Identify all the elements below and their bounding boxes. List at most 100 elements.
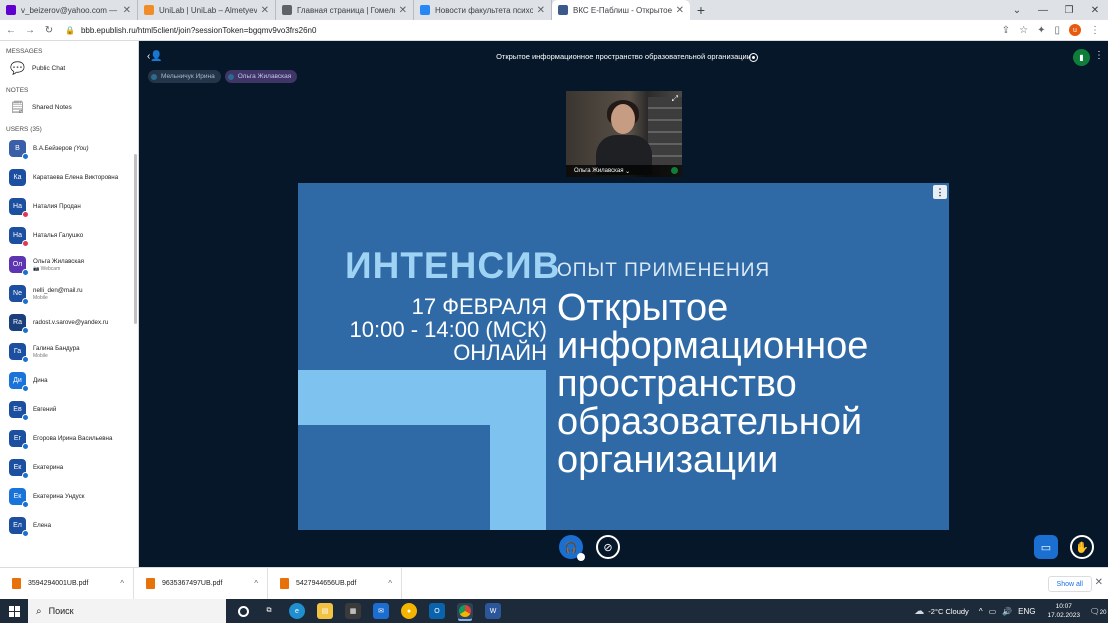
user-list-item[interactable]: Ел Елена [0, 511, 138, 540]
app-icon[interactable]: ● [401, 603, 417, 619]
taskbar-search[interactable]: ⌕ Поиск [28, 599, 226, 623]
tab-close-icon[interactable]: ✕ [676, 5, 684, 16]
language-indicator[interactable]: ENG [1018, 607, 1035, 616]
back-icon[interactable]: ← [3, 25, 19, 36]
bookmark-star-icon[interactable]: ☆ [1019, 25, 1028, 36]
close-download-bar-icon[interactable]: ✕ [1095, 577, 1103, 588]
notes-icon: 🗒 [10, 99, 26, 114]
action-bar: 🎧 ⊘ ▭ ✋ [139, 535, 1108, 565]
user-list-item[interactable]: Ne nelli_den@mail.ru Mobile [0, 279, 138, 308]
browser-menu-icon[interactable]: ⋮ [1090, 25, 1100, 36]
tab-close-icon[interactable]: ✕ [537, 5, 545, 16]
user-avatar: Ев [9, 401, 29, 421]
browser-tab[interactable]: Главная страница | Гомельский ✕ [276, 0, 414, 20]
close-window-button[interactable]: ✕ [1082, 5, 1108, 16]
sidebar-scrollbar[interactable] [134, 154, 137, 324]
browser-tab-active[interactable]: ВКС Е-Паблиш - Открытое ... ✕ [552, 0, 690, 20]
user-info: Егорова Ирина Васильевна [33, 435, 112, 442]
user-list-item[interactable]: На Наталья Галушко [0, 221, 138, 250]
download-options-chevron-icon[interactable]: ^ [120, 579, 124, 588]
tab-close-icon[interactable]: ✕ [399, 5, 407, 16]
new-tab-button[interactable]: + [690, 0, 712, 20]
user-initials: Га [13, 348, 22, 355]
volume-icon[interactable]: 🔊 [1002, 607, 1012, 616]
browser-tab[interactable]: UniLab | UniLab – Almetyevsk St ✕ [138, 0, 276, 20]
download-options-chevron-icon[interactable]: ^ [254, 579, 258, 588]
user-list-item[interactable]: На Наталия Продан [0, 192, 138, 221]
tab-search-icon[interactable]: ⌄ [1004, 5, 1030, 16]
outlook-icon[interactable]: O [429, 603, 445, 619]
chrome-icon[interactable] [457, 603, 473, 619]
user-list-item[interactable]: Ек Екатерина [0, 453, 138, 482]
notifications-icon[interactable]: 🗨20 [1088, 607, 1108, 616]
user-list-item[interactable]: Га Галина Бандура Mobile [0, 337, 138, 366]
user-list-item[interactable]: Ев Евгений [0, 395, 138, 424]
webcam-video[interactable]: ⤢ Ольга Жилавская ⌄ [566, 91, 682, 177]
user-list-item[interactable]: Ди Дина [0, 366, 138, 395]
tab-close-icon[interactable]: ✕ [123, 5, 131, 16]
user-status-icon [22, 240, 29, 247]
side-panel-icon[interactable]: ▯ [1054, 25, 1060, 36]
lock-icon[interactable]: 🔒 [65, 26, 75, 35]
edge-icon[interactable]: e [289, 603, 305, 619]
options-menu-icon[interactable]: ⋮ [1094, 50, 1104, 61]
start-button[interactable] [0, 599, 28, 623]
user-info: В.А.Бейзеров (You) [33, 145, 89, 152]
user-avatar: Ne [9, 285, 29, 305]
user-list-item[interactable]: Ег Егорова Ирина Васильевна [0, 424, 138, 453]
maximize-button[interactable]: ❐ [1056, 5, 1082, 16]
audio-headphones-button[interactable]: 🎧 [559, 535, 585, 561]
user-status-icon [22, 501, 29, 508]
connection-status-icon[interactable]: ▮ [1073, 49, 1090, 66]
tab-close-icon[interactable]: ✕ [261, 5, 269, 16]
show-all-downloads-button[interactable]: Show all [1047, 576, 1092, 592]
download-item[interactable]: 5427944656UB.pdf ^ [268, 567, 402, 600]
forward-icon[interactable]: → [22, 25, 38, 36]
reload-icon[interactable]: ↻ [41, 25, 57, 36]
user-avatar: Ол [9, 256, 29, 276]
audio-options-chevron-icon[interactable] [577, 553, 585, 561]
browser-tab[interactable]: Новости факультета психологи ✕ [414, 0, 552, 20]
user-list-item[interactable]: Ек Екатерина Ундуск [0, 482, 138, 511]
tab-favicon-icon [282, 5, 292, 15]
word-icon[interactable]: W [485, 603, 501, 619]
talker-chip-active[interactable]: Ольга Жилавская [224, 70, 298, 83]
user-name-line: Наталья Галушко [33, 232, 83, 239]
task-view-icon[interactable]: ⧉ [261, 603, 277, 619]
user-sub: Mobile [33, 352, 48, 359]
windows-logo-icon [8, 605, 20, 617]
user-list-item[interactable]: Ол Ольга Жилавская 📷 Webcam [0, 250, 138, 279]
talker-chip[interactable]: Мельничук Ирина [148, 70, 221, 83]
weather-text[interactable]: -2°C Cloudy [928, 607, 969, 616]
user-list-item[interactable]: Ra radost.v.sarove@yandex.ru [0, 308, 138, 337]
download-options-chevron-icon[interactable]: ^ [388, 579, 392, 588]
network-icon[interactable]: ▭ [989, 607, 997, 616]
public-chat-item[interactable]: 💬 Public Chat [0, 56, 138, 80]
tray-chevron-icon[interactable]: ^ [979, 607, 983, 616]
clock[interactable]: 10:07 17.02.2023 [1047, 602, 1080, 620]
browser-tab[interactable]: v_beizerov@yahoo.com — Yaho ✕ [0, 0, 138, 20]
fullscreen-icon[interactable]: ⤢ [672, 94, 678, 104]
store-icon[interactable]: ▦ [345, 603, 361, 619]
minimize-button[interactable]: — [1030, 5, 1056, 16]
share-icon[interactable]: ⇪ [1002, 25, 1010, 36]
user-list-item[interactable]: В В.А.Бейзеров (You) [0, 134, 138, 163]
presentation-toggle-button[interactable]: ▭ [1034, 535, 1058, 559]
download-item[interactable]: 3594294001UB.pdf ^ [0, 567, 134, 600]
shared-notes-item[interactable]: 🗒 Shared Notes [0, 95, 138, 119]
user-status-icon [22, 472, 29, 479]
camera-off-button[interactable]: ⊘ [596, 535, 620, 559]
slide-options-icon[interactable]: ⋮ [933, 185, 947, 199]
profile-avatar[interactable]: u [1069, 24, 1081, 36]
user-list-item[interactable]: Ка Каратаева Елена Викторовна [0, 163, 138, 192]
download-item[interactable]: 9635367497UB.pdf ^ [134, 567, 268, 600]
raise-hand-button[interactable]: ✋ [1070, 535, 1094, 559]
taskbar-apps: ⧉ e ▤ ▦ ✉ ● O W [238, 603, 501, 619]
recording-indicator-icon[interactable] [749, 53, 758, 62]
url-field[interactable]: 🔒 bbb.epublish.ru/html5client/join?sessi… [65, 22, 1002, 39]
file-explorer-icon[interactable]: ▤ [317, 603, 333, 619]
cortana-icon[interactable] [238, 605, 249, 617]
mail-icon[interactable]: ✉ [373, 603, 389, 619]
extensions-icon[interactable]: ✦ [1037, 25, 1045, 36]
user-name-line: Наталия Продан [33, 203, 81, 210]
